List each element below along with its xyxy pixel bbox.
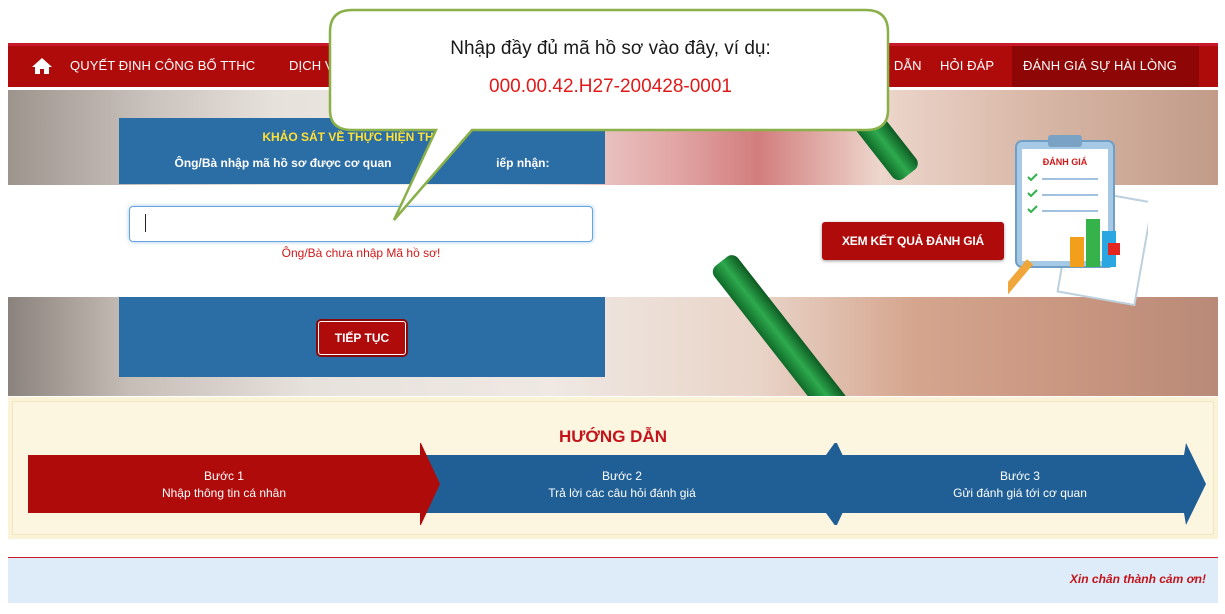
step-2-label: Bước 2 [602,469,642,483]
survey-prompt-text: Ông/Bà nhập mã hồ sơ được cơ quan [174,156,392,170]
step-2-text: Trả lời các câu hỏi đánh giá [548,486,696,500]
survey-banner: KHẢO SÁT VỀ THỰC HIỆN THỦ TỤ Ông/Bà nhập… [8,90,1218,396]
nav-item-guide[interactable]: G DẪN [880,58,922,73]
survey-prompt-tail: iếp nhận: [496,156,550,170]
text-caret [145,214,146,232]
nav-item-satisfaction-label: ĐÁNH GIÁ SỰ HÀI LÒNG [1023,58,1177,73]
clipboard-chart-illustration: ĐÁNH GIÁ [982,135,1154,318]
nav-item-faq[interactable]: HỎI ĐÁP [940,58,994,73]
home-icon[interactable] [30,56,54,76]
validation-error: Ông/Bà chưa nhập Mã hồ sơ! [281,246,441,260]
view-results-button[interactable]: XEM KẾT QUẢ ĐÁNH GIÁ [822,222,1004,260]
page: QUYẾT ĐỊNH CÔNG BỐ TTHC DỊCH V G DẪN HỎI… [0,0,1225,614]
main-nav: QUYẾT ĐỊNH CÔNG BỐ TTHC DỊCH V G DẪN HỎI… [8,43,1218,87]
guide-section: HƯỚNG DẪN Bước 1 Nhập thông tin cá nhân … [8,397,1218,539]
survey-header-panel: KHẢO SÁT VỀ THỰC HIỆN THỦ TỤ Ông/Bà nhập… [119,118,605,184]
nav-item-announcements[interactable]: QUYẾT ĐỊNH CÔNG BỐ TTHC [70,58,255,73]
step-2: Bước 2 Trả lời các câu hỏi đánh giá [436,455,808,517]
step-1-label: Bước 1 [204,469,244,483]
survey-prompt: Ông/Bà nhập mã hồ sơ được cơ quan iếp nh… [119,156,605,170]
step-3-label: Bước 3 [1000,469,1040,483]
continue-button[interactable]: TIẾP TỤC [318,321,406,355]
step-1: Bước 1 Nhập thông tin cá nhân [28,455,420,517]
survey-title: KHẢO SÁT VỀ THỰC HIỆN THỦ TỤ [262,130,462,144]
footer: Xin chân thành cảm ơn! [8,558,1218,603]
step-1-text: Nhập thông tin cá nhân [161,486,287,500]
nav-item-satisfaction-active[interactable]: ĐÁNH GIÁ SỰ HÀI LÒNG [1012,46,1199,87]
thanks-message: Xin chân thành cảm ơn! [1069,572,1206,586]
dossier-code-input[interactable] [129,206,593,242]
step-3: Bước 3 Gửi đánh giá tới cơ quan [838,455,1202,517]
nav-item-services[interactable]: DỊCH V [289,58,334,73]
survey-action-panel: TIẾP TỤC [119,297,605,377]
clipboard-label: ĐÁNH GIÁ [1043,157,1088,167]
step-3-text: Gửi đánh giá tới cơ quan [953,486,1087,500]
